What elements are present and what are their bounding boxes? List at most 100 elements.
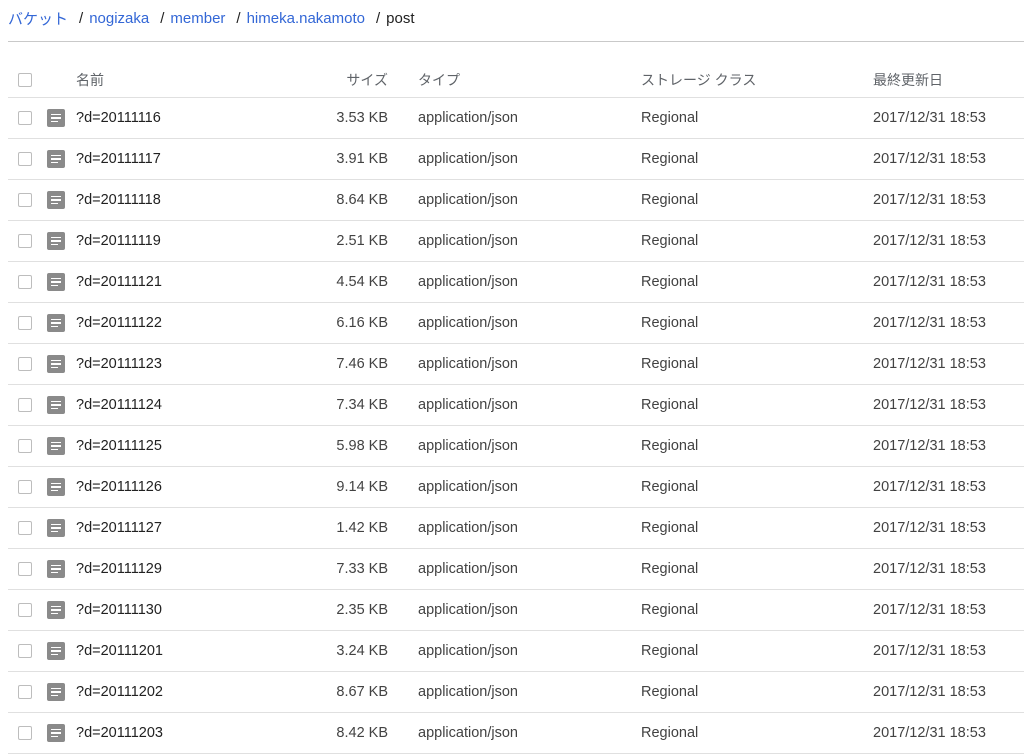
- object-size: 3.24 KB: [336, 643, 388, 659]
- object-name-cell: ?d=20111202: [76, 672, 163, 712]
- column-header-storage-class[interactable]: ストレージ クラス: [641, 62, 756, 97]
- table-row[interactable]: ?d=20111118 8.64 KB application/json Reg…: [8, 180, 1024, 221]
- table-row[interactable]: ?d=20111122 6.16 KB application/json Reg…: [8, 303, 1024, 344]
- row-select-cell: [18, 467, 34, 507]
- object-type: application/json: [418, 192, 518, 208]
- table-row[interactable]: ?d=20111130 2.35 KB application/json Reg…: [8, 590, 1024, 631]
- object-type: application/json: [418, 110, 518, 126]
- object-name-cell: ?d=20111201: [76, 631, 163, 671]
- object-name-link[interactable]: ?d=20111202: [76, 684, 163, 700]
- breadcrumb-link-member[interactable]: member: [170, 10, 225, 27]
- file-document-icon: [47, 508, 65, 548]
- object-name-link[interactable]: ?d=20111121: [76, 274, 162, 290]
- row-checkbox[interactable]: [18, 398, 32, 412]
- table-row[interactable]: ?d=20111123 7.46 KB application/json Reg…: [8, 344, 1024, 385]
- table-row[interactable]: ?d=20111127 1.42 KB application/json Reg…: [8, 508, 1024, 549]
- row-checkbox[interactable]: [18, 562, 32, 576]
- object-name-link[interactable]: ?d=20111127: [76, 520, 162, 536]
- row-checkbox[interactable]: [18, 234, 32, 248]
- row-checkbox[interactable]: [18, 152, 32, 166]
- file-document-icon: [47, 467, 65, 507]
- object-name-link[interactable]: ?d=20111203: [76, 725, 163, 741]
- object-updated: 2017/12/31 18:53: [873, 479, 986, 495]
- breadcrumb-link-himeka[interactable]: himeka.nakamoto: [247, 10, 365, 27]
- row-checkbox[interactable]: [18, 644, 32, 658]
- object-name-link[interactable]: ?d=20111125: [76, 438, 162, 454]
- table-row[interactable]: ?d=20111124 7.34 KB application/json Reg…: [8, 385, 1024, 426]
- row-select-cell: [18, 98, 34, 138]
- breadcrumb-link-nogizaka[interactable]: nogizaka: [89, 10, 149, 27]
- table-row[interactable]: ?d=20111121 4.54 KB application/json Reg…: [8, 262, 1024, 303]
- table-row[interactable]: ?d=20111119 2.51 KB application/json Reg…: [8, 221, 1024, 262]
- file-document-icon: [47, 262, 65, 302]
- object-name-link[interactable]: ?d=20111123: [76, 356, 162, 372]
- row-select-cell: [18, 631, 34, 671]
- object-type: application/json: [418, 356, 518, 372]
- object-storage-class: Regional: [641, 397, 699, 413]
- breadcrumb-separator: /: [236, 9, 241, 27]
- row-select-cell: [18, 303, 34, 343]
- table-row[interactable]: ?d=20111117 3.91 KB application/json Reg…: [8, 139, 1024, 180]
- breadcrumb-current: post: [386, 9, 415, 27]
- object-storage-class: Regional: [641, 233, 699, 249]
- object-storage-class: Regional: [641, 520, 699, 536]
- object-type: application/json: [418, 725, 518, 741]
- table-row[interactable]: ?d=20111126 9.14 KB application/json Reg…: [8, 467, 1024, 508]
- column-header-size[interactable]: サイズ: [288, 62, 388, 97]
- object-name-link[interactable]: ?d=20111116: [76, 110, 161, 126]
- column-header-type[interactable]: タイプ: [418, 62, 460, 97]
- row-select-cell: [18, 713, 34, 753]
- object-updated: 2017/12/31 18:53: [873, 602, 986, 618]
- column-header-updated[interactable]: 最終更新日: [873, 62, 943, 97]
- object-name-cell: ?d=20111125: [76, 426, 162, 466]
- row-checkbox[interactable]: [18, 439, 32, 453]
- object-name-link[interactable]: ?d=20111119: [76, 233, 161, 249]
- row-checkbox[interactable]: [18, 357, 32, 371]
- row-checkbox[interactable]: [18, 111, 32, 125]
- row-checkbox[interactable]: [18, 480, 32, 494]
- breadcrumb-link-bucket[interactable]: バケット: [8, 8, 68, 29]
- objects-table: 名前 サイズ タイプ ストレージ クラス 最終更新日 ?d=20111116 3…: [8, 62, 1024, 754]
- object-name-link[interactable]: ?d=20111124: [76, 397, 162, 413]
- object-type: application/json: [418, 520, 518, 536]
- object-size: 2.35 KB: [336, 602, 388, 618]
- object-storage-class: Regional: [641, 725, 699, 741]
- object-name-link[interactable]: ?d=20111117: [76, 151, 161, 167]
- row-checkbox[interactable]: [18, 316, 32, 330]
- object-name-cell: ?d=20111126: [76, 467, 162, 507]
- column-header-name[interactable]: 名前: [76, 62, 104, 97]
- table-row[interactable]: ?d=20111201 3.24 KB application/json Reg…: [8, 631, 1024, 672]
- row-checkbox[interactable]: [18, 685, 32, 699]
- object-type: application/json: [418, 151, 518, 167]
- row-checkbox[interactable]: [18, 521, 32, 535]
- row-checkbox[interactable]: [18, 275, 32, 289]
- object-name-link[interactable]: ?d=20111122: [76, 315, 162, 331]
- file-document-icon: [47, 590, 65, 630]
- table-row[interactable]: ?d=20111203 8.42 KB application/json Reg…: [8, 713, 1024, 754]
- object-name-cell: ?d=20111123: [76, 344, 162, 384]
- breadcrumb-divider: [8, 41, 1024, 42]
- row-checkbox[interactable]: [18, 603, 32, 617]
- object-name-link[interactable]: ?d=20111129: [76, 561, 162, 577]
- object-updated: 2017/12/31 18:53: [873, 643, 986, 659]
- row-select-cell: [18, 426, 34, 466]
- table-row[interactable]: ?d=20111129 7.33 KB application/json Reg…: [8, 549, 1024, 590]
- row-select-cell: [18, 590, 34, 630]
- table-row[interactable]: ?d=20111125 5.98 KB application/json Reg…: [8, 426, 1024, 467]
- row-checkbox[interactable]: [18, 726, 32, 740]
- row-checkbox[interactable]: [18, 193, 32, 207]
- object-size: 4.54 KB: [336, 274, 388, 290]
- object-name-link[interactable]: ?d=20111126: [76, 479, 162, 495]
- object-updated: 2017/12/31 18:53: [873, 192, 986, 208]
- select-all-checkbox[interactable]: [18, 72, 32, 87]
- row-select-cell: [18, 180, 34, 220]
- row-select-cell: [18, 344, 34, 384]
- object-name-link[interactable]: ?d=20111118: [76, 192, 161, 208]
- file-document-icon: [47, 385, 65, 425]
- object-name-link[interactable]: ?d=20111201: [76, 643, 163, 659]
- table-row[interactable]: ?d=20111116 3.53 KB application/json Reg…: [8, 98, 1024, 139]
- object-size: 2.51 KB: [336, 233, 388, 249]
- object-updated: 2017/12/31 18:53: [873, 356, 986, 372]
- table-row[interactable]: ?d=20111202 8.67 KB application/json Reg…: [8, 672, 1024, 713]
- object-name-link[interactable]: ?d=20111130: [76, 602, 162, 618]
